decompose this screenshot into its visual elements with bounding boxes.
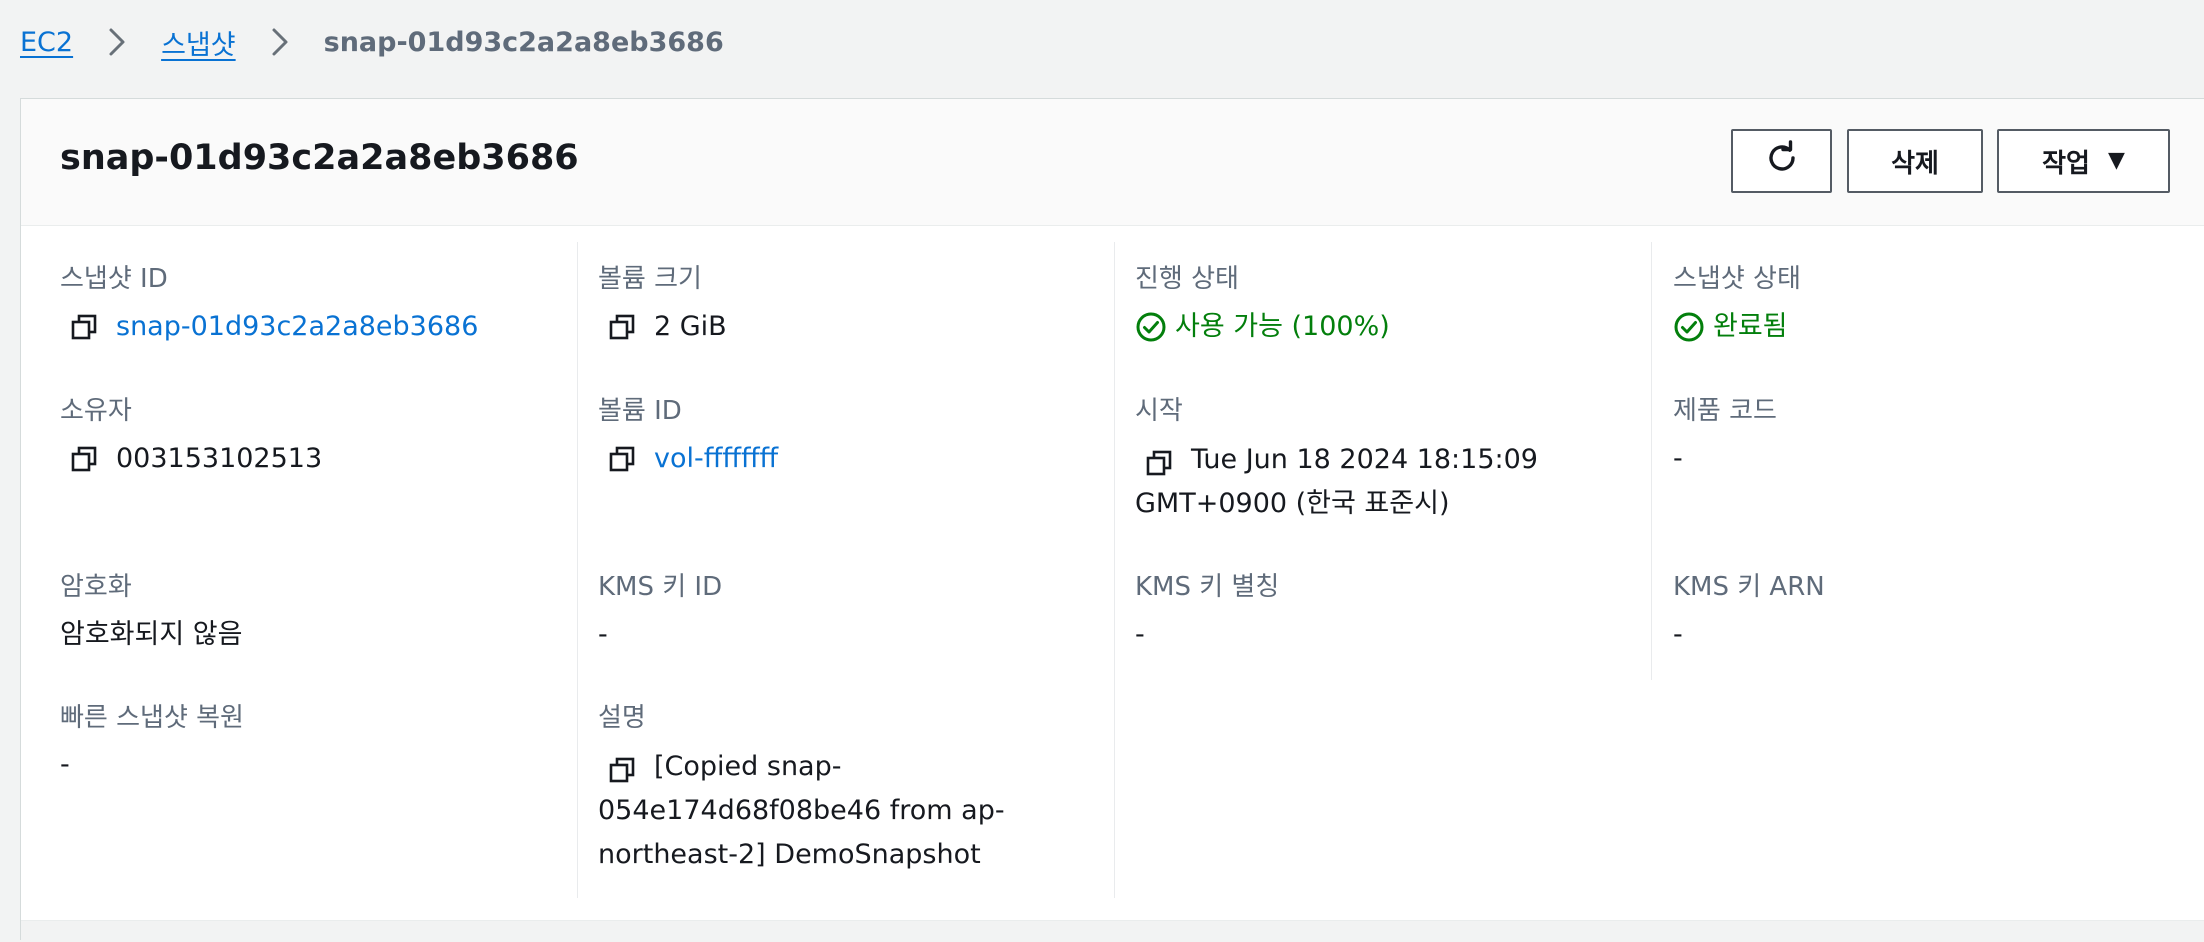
caret-down-icon: ▼ bbox=[2107, 148, 2125, 173]
snapshot-id-value[interactable]: snap-01d93c2a2a8eb3686 bbox=[70, 311, 478, 343]
kms-key-arn-label: KMS 키 ARN bbox=[1673, 572, 1825, 602]
encryption-label: 암호화 bbox=[60, 572, 132, 602]
copy-icon[interactable] bbox=[608, 313, 636, 341]
kms-key-alias-label: KMS 키 별칭 bbox=[1135, 572, 1280, 602]
owner-label: 소유자 bbox=[60, 396, 132, 426]
product-code-label: 제품 코드 bbox=[1673, 396, 1777, 426]
kms-key-alias-value: - bbox=[1135, 619, 1145, 650]
breadcrumb: EC2 스냅샷 snap-01d93c2a2a8eb3686 bbox=[20, 20, 724, 64]
volume-size-value: 2 GiB bbox=[608, 311, 727, 343]
column-divider bbox=[1651, 242, 1652, 680]
snapshot-id-label: 스냅샷 ID bbox=[60, 264, 168, 294]
check-circle-icon bbox=[1673, 311, 1705, 343]
breadcrumb-link-snapshots[interactable]: 스냅샷 bbox=[161, 23, 236, 62]
description-label: 설명 bbox=[598, 703, 646, 733]
volume-size-label: 볼륨 크기 bbox=[598, 264, 702, 294]
column-divider bbox=[1114, 242, 1115, 898]
breadcrumb-current: snap-01d93c2a2a8eb3686 bbox=[323, 26, 724, 58]
snapshot-details-panel: snap-01d93c2a2a8eb3686 삭제 작업 ▼ 스냅샷 ID sn… bbox=[20, 98, 2204, 942]
owner-text: 003153102513 bbox=[116, 443, 323, 474]
fast-restore-value: - bbox=[60, 749, 70, 780]
copy-icon[interactable] bbox=[70, 445, 98, 473]
snapshot-state-value: 완료됨 bbox=[1673, 311, 1788, 343]
start-time-text: Tue Jun 18 2024 18:15:09 GMT+0900 (한국 표준… bbox=[1135, 444, 1538, 519]
progress-text: 사용 가능 (100%) bbox=[1175, 311, 1390, 342]
page-title: snap-01d93c2a2a8eb3686 bbox=[60, 138, 579, 178]
copy-icon[interactable] bbox=[70, 313, 98, 341]
start-time-label: 시작 bbox=[1135, 396, 1183, 426]
kms-key-id-label: KMS 키 ID bbox=[598, 572, 723, 602]
check-circle-icon bbox=[1135, 311, 1167, 343]
start-time-value: Tue Jun 18 2024 18:15:09 GMT+0900 (한국 표준… bbox=[1135, 438, 1605, 526]
panel-header: snap-01d93c2a2a8eb3686 삭제 작업 ▼ bbox=[21, 99, 2204, 226]
delete-button[interactable]: 삭제 bbox=[1847, 129, 1983, 193]
snapshot-id-text[interactable]: snap-01d93c2a2a8eb3686 bbox=[116, 311, 478, 343]
volume-id-value[interactable]: vol-ffffffff bbox=[608, 443, 778, 475]
copy-icon[interactable] bbox=[1145, 447, 1173, 475]
refresh-icon bbox=[1764, 139, 1800, 183]
progress-value: 사용 가능 (100%) bbox=[1135, 311, 1390, 343]
volume-size-text: 2 GiB bbox=[654, 311, 727, 342]
copy-icon[interactable] bbox=[608, 754, 636, 782]
kms-key-arn-value: - bbox=[1673, 619, 1683, 650]
progress-label: 진행 상태 bbox=[1135, 264, 1239, 294]
fast-restore-label: 빠른 스냅샷 복원 bbox=[60, 703, 244, 733]
chevron-right-icon bbox=[260, 22, 300, 62]
actions-label: 작업 bbox=[2042, 148, 2090, 179]
kms-key-id-value: - bbox=[598, 619, 608, 650]
owner-value: 003153102513 bbox=[70, 443, 322, 475]
description-value: [Copied snap-054e174d68f08be46 from ap-n… bbox=[598, 745, 1018, 877]
refresh-button[interactable] bbox=[1731, 129, 1832, 193]
snapshot-state-label: 스냅샷 상태 bbox=[1673, 264, 1801, 294]
volume-id-label: 볼륨 ID bbox=[598, 396, 682, 426]
copy-icon[interactable] bbox=[608, 445, 636, 473]
encryption-value: 암호화되지 않음 bbox=[60, 619, 243, 650]
volume-id-link[interactable]: vol-ffffffff bbox=[654, 443, 778, 475]
column-divider bbox=[577, 242, 578, 898]
chevron-right-icon bbox=[97, 22, 137, 62]
description-text: [Copied snap-054e174d68f08be46 from ap-n… bbox=[598, 751, 1005, 870]
snapshot-state-text: 완료됨 bbox=[1713, 311, 1788, 342]
panel-bottom-band bbox=[21, 920, 2204, 942]
breadcrumb-link-ec2[interactable]: EC2 bbox=[20, 27, 73, 58]
actions-dropdown-button[interactable]: 작업 ▼ bbox=[1997, 129, 2170, 193]
product-code-value: - bbox=[1673, 443, 1683, 474]
